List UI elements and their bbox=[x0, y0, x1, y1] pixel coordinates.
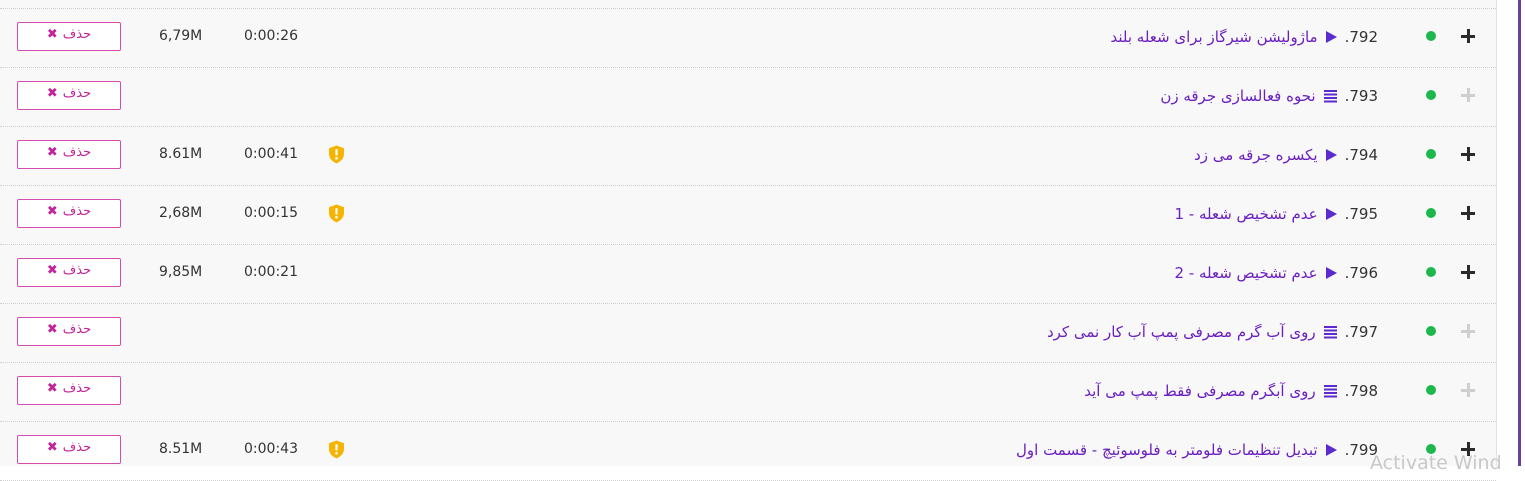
delete-button[interactable]: ✖ حذف bbox=[17, 199, 121, 228]
lesson-number: .795 bbox=[1344, 205, 1378, 223]
lesson-row: عدم تشخیص شعله - 2 .796 0:00:21 9,85M ✖ … bbox=[0, 245, 1496, 304]
lesson-row: یکسره جرقه می زد .794 0:00:41 8.61M ✖ حذ… bbox=[0, 127, 1496, 186]
lesson-title-link[interactable]: ماژولیشن شیرگاز برای شعله بلند .792 bbox=[1110, 25, 1378, 49]
lesson-title: تبدیل تنظیمات فلومتر به فلوسوئیچ - قسمت … bbox=[1016, 441, 1318, 459]
lesson-duration: 0:00:15 bbox=[244, 205, 298, 221]
status-dot-icon bbox=[1426, 31, 1436, 41]
shield-icon bbox=[329, 440, 344, 459]
lesson-size: 6,79M bbox=[159, 28, 203, 44]
expand-icon[interactable] bbox=[1461, 324, 1475, 338]
delete-label: حذف bbox=[62, 322, 92, 337]
lesson-number: .794 bbox=[1344, 146, 1378, 164]
lesson-title: روی آبگرم مصرفی فقط پمپ می آید bbox=[1084, 382, 1316, 400]
delete-button[interactable]: ✖ حذف bbox=[17, 376, 121, 405]
lesson-size: 8.51M bbox=[159, 441, 203, 457]
lesson-number: .798 bbox=[1344, 382, 1378, 400]
lesson-row: روی آب گرم مصرفی پمپ آب کار نمی کرد .797… bbox=[0, 304, 1496, 363]
status-dot-icon bbox=[1426, 149, 1436, 159]
lesson-row: عدم تشخیص شعله - 1 .795 0:00:15 2,68M ✖ … bbox=[0, 186, 1496, 245]
activate-windows-watermark: Activate Wind bbox=[1370, 452, 1502, 474]
expand-icon[interactable] bbox=[1461, 265, 1475, 279]
lesson-row: روی آبگرم مصرفی فقط پمپ می آید .798 ✖ حذ… bbox=[0, 363, 1496, 422]
expand-icon[interactable] bbox=[1461, 206, 1475, 220]
close-icon: ✖ bbox=[46, 86, 58, 101]
play-icon bbox=[1325, 444, 1337, 456]
lesson-title-link[interactable]: نحوه فعالسازی جرقه زن .793 bbox=[1160, 84, 1378, 108]
lesson-title-link[interactable]: یکسره جرقه می زد .794 bbox=[1194, 143, 1378, 167]
shield-icon bbox=[329, 145, 344, 164]
lesson-title: ماژولیشن شیرگاز برای شعله بلند bbox=[1110, 28, 1318, 46]
delete-label: حذف bbox=[62, 263, 92, 278]
delete-button[interactable]: ✖ حذف bbox=[17, 22, 121, 51]
delete-label: حذف bbox=[62, 381, 92, 396]
list-icon bbox=[1323, 384, 1337, 398]
delete-label: حذف bbox=[62, 440, 92, 455]
close-icon: ✖ bbox=[46, 204, 58, 219]
delete-label: حذف bbox=[62, 204, 92, 219]
lesson-title-link[interactable]: عدم تشخیص شعله - 2 .796 bbox=[1174, 261, 1378, 285]
lesson-list: ماژولیشن شیرگاز برای شعله بلند .792 0:00… bbox=[0, 8, 1496, 481]
delete-label: حذف bbox=[62, 27, 92, 42]
expand-icon[interactable] bbox=[1461, 147, 1475, 161]
close-icon: ✖ bbox=[46, 145, 58, 160]
lesson-row: ماژولیشن شیرگاز برای شعله بلند .792 0:00… bbox=[0, 9, 1496, 68]
side-accent-line bbox=[1518, 0, 1521, 466]
delete-button[interactable]: ✖ حذف bbox=[17, 317, 121, 346]
expand-icon[interactable] bbox=[1461, 88, 1475, 102]
list-icon bbox=[1323, 89, 1337, 103]
status-dot-icon bbox=[1426, 90, 1436, 100]
lesson-size: 2,68M bbox=[159, 205, 203, 221]
play-icon bbox=[1325, 208, 1337, 220]
delete-button[interactable]: ✖ حذف bbox=[17, 81, 121, 110]
lesson-title: یکسره جرقه می زد bbox=[1194, 146, 1318, 164]
status-dot-icon bbox=[1426, 326, 1436, 336]
lesson-row: نحوه فعالسازی جرقه زن .793 ✖ حذف bbox=[0, 68, 1496, 127]
close-icon: ✖ bbox=[46, 263, 58, 278]
delete-button[interactable]: ✖ حذف bbox=[17, 258, 121, 287]
lesson-title-link[interactable]: تبدیل تنظیمات فلومتر به فلوسوئیچ - قسمت … bbox=[1016, 438, 1378, 462]
lesson-number: .793 bbox=[1344, 87, 1378, 105]
lesson-size: 9,85M bbox=[159, 264, 203, 280]
lesson-title: نحوه فعالسازی جرقه زن bbox=[1160, 87, 1316, 105]
delete-label: حذف bbox=[62, 145, 92, 160]
status-dot-icon bbox=[1426, 208, 1436, 218]
play-icon bbox=[1325, 149, 1337, 161]
close-icon: ✖ bbox=[46, 381, 58, 396]
lesson-title-link[interactable]: عدم تشخیص شعله - 1 .795 bbox=[1174, 202, 1378, 226]
lesson-duration: 0:00:41 bbox=[244, 146, 298, 162]
lesson-title: عدم تشخیص شعله - 2 bbox=[1174, 264, 1318, 282]
lesson-duration: 0:00:21 bbox=[244, 264, 298, 280]
expand-icon[interactable] bbox=[1461, 383, 1475, 397]
lesson-number: .792 bbox=[1344, 28, 1378, 46]
play-icon bbox=[1325, 31, 1337, 43]
delete-button[interactable]: ✖ حذف bbox=[17, 435, 121, 464]
lesson-duration: 0:00:26 bbox=[244, 28, 298, 44]
shield-icon bbox=[329, 204, 344, 223]
status-dot-icon bbox=[1426, 385, 1436, 395]
lesson-title: عدم تشخیص شعله - 1 bbox=[1174, 205, 1318, 223]
expand-icon[interactable] bbox=[1461, 29, 1475, 43]
delete-label: حذف bbox=[62, 86, 92, 101]
close-icon: ✖ bbox=[46, 440, 58, 455]
lesson-size: 8.61M bbox=[159, 146, 203, 162]
list-icon bbox=[1323, 325, 1337, 339]
lesson-title-link[interactable]: روی آبگرم مصرفی فقط پمپ می آید .798 bbox=[1084, 379, 1378, 403]
lesson-row: تبدیل تنظیمات فلومتر به فلوسوئیچ - قسمت … bbox=[0, 422, 1496, 481]
lesson-duration: 0:00:43 bbox=[244, 441, 298, 457]
status-dot-icon bbox=[1426, 267, 1436, 277]
lesson-number: .797 bbox=[1344, 323, 1378, 341]
lesson-number: .796 bbox=[1344, 264, 1378, 282]
play-icon bbox=[1325, 267, 1337, 279]
lesson-title: روی آب گرم مصرفی پمپ آب کار نمی کرد bbox=[1046, 323, 1316, 341]
close-icon: ✖ bbox=[46, 27, 58, 42]
lessons-panel: ماژولیشن شیرگاز برای شعله بلند .792 0:00… bbox=[0, 0, 1497, 481]
lesson-title-link[interactable]: روی آب گرم مصرفی پمپ آب کار نمی کرد .797 bbox=[1047, 320, 1378, 344]
delete-button[interactable]: ✖ حذف bbox=[17, 140, 121, 169]
close-icon: ✖ bbox=[46, 322, 58, 337]
